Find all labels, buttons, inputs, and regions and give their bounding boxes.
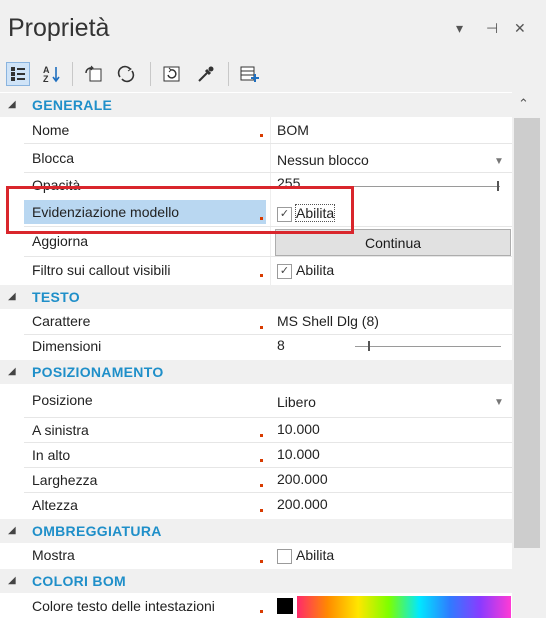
size-slider-track[interactable] xyxy=(355,346,501,347)
prop-label-dimensioni: Dimensioni xyxy=(32,338,102,354)
prop-label-larghezza: Larghezza xyxy=(32,472,98,488)
dropdown-arrow-icon[interactable]: ▼ xyxy=(494,397,504,408)
prop-label-aggiorna: Aggiorna xyxy=(32,233,89,249)
prop-value-a-sinistra[interactable]: 10.000 xyxy=(277,421,320,437)
eyedropper-icon[interactable] xyxy=(194,62,218,86)
prop-label-nome: Nome xyxy=(32,122,70,138)
prop-value-larghezza[interactable]: 200.000 xyxy=(277,471,328,487)
prop-value-posizione[interactable]: Libero xyxy=(277,394,316,410)
color-swatch-black[interactable] xyxy=(277,598,293,614)
opacity-slider-thumb[interactable] xyxy=(497,181,499,191)
modified-marker xyxy=(260,274,263,277)
prop-label-colore-testo: Colore testo delle intestazioni xyxy=(32,598,215,614)
annotation-highlight-box xyxy=(6,186,354,234)
prop-value-blocca[interactable]: Nessun blocco xyxy=(277,152,369,168)
checkbox-mostra[interactable] xyxy=(277,549,292,564)
prop-value-in-alto[interactable]: 10.000 xyxy=(277,446,320,462)
prop-label-blocca: Blocca xyxy=(32,150,75,166)
toolbar-separator xyxy=(72,62,73,86)
row-separator xyxy=(24,417,512,418)
prop-value-mostra[interactable]: Abilita xyxy=(296,547,334,563)
prop-label-carattere: Carattere xyxy=(32,313,91,329)
collapse-triangle-icon[interactable]: ◢ xyxy=(8,291,16,302)
reset-icon[interactable] xyxy=(160,62,184,86)
modified-marker xyxy=(260,326,263,329)
svg-text:Z: Z xyxy=(43,74,49,83)
toolbar-separator xyxy=(150,62,151,86)
pages-icon[interactable] xyxy=(82,62,106,86)
prop-label-a-sinistra: A sinistra xyxy=(32,422,89,438)
prop-value-nome[interactable]: BOM xyxy=(277,122,309,138)
prop-label-posizione: Posizione xyxy=(32,392,93,408)
prop-value-filtro[interactable]: Abilita xyxy=(296,262,334,278)
size-slider-thumb[interactable] xyxy=(368,341,370,351)
prop-value-carattere[interactable]: MS Shell Dlg (8) xyxy=(277,313,379,329)
category-label: GENERALE xyxy=(32,97,113,113)
row-separator xyxy=(24,442,512,443)
scroll-up-arrow-icon[interactable]: ⌃ xyxy=(518,96,529,112)
row-separator xyxy=(24,172,512,173)
checkbox-filtro[interactable]: ✓ xyxy=(277,264,292,279)
modified-marker xyxy=(260,509,263,512)
category-label: OMBREGGIATURA xyxy=(32,523,162,539)
dropdown-arrow-icon[interactable]: ▼ xyxy=(494,156,504,167)
row-separator xyxy=(24,492,512,493)
prop-value-altezza[interactable]: 200.000 xyxy=(277,496,328,512)
color-palette-picker[interactable] xyxy=(297,596,511,618)
close-icon[interactable]: ✕ xyxy=(514,20,526,37)
collapse-triangle-icon[interactable]: ◢ xyxy=(8,99,16,110)
modified-marker xyxy=(260,560,263,563)
row-separator xyxy=(24,467,512,468)
scrollbar-thumb[interactable] xyxy=(514,118,540,548)
prop-label-altezza: Altezza xyxy=(32,497,78,513)
category-label: POSIZIONAMENTO xyxy=(32,364,164,380)
collapse-triangle-icon[interactable]: ◢ xyxy=(8,575,16,586)
dropdown-menu-icon[interactable]: ▾ xyxy=(456,20,463,37)
prop-label-filtro: Filtro sui callout visibili xyxy=(32,262,171,278)
modified-marker xyxy=(260,610,263,613)
row-separator xyxy=(24,143,512,144)
collapse-triangle-icon[interactable]: ◢ xyxy=(8,525,16,536)
pin-icon[interactable]: ⊣ xyxy=(486,20,498,37)
modified-marker xyxy=(260,434,263,437)
collapse-triangle-icon[interactable]: ◢ xyxy=(8,366,16,377)
sort-az-icon[interactable]: AZ xyxy=(40,62,64,86)
categorized-view-icon[interactable] xyxy=(6,62,30,86)
prop-value-dimensioni[interactable]: 8 xyxy=(277,337,285,353)
panel-title: Proprietà xyxy=(8,14,110,42)
category-label: TESTO xyxy=(32,289,80,305)
add-property-icon[interactable] xyxy=(238,62,262,86)
toolbar-separator xyxy=(228,62,229,86)
prop-label-in-alto: In alto xyxy=(32,447,71,463)
row-separator xyxy=(24,334,512,335)
modified-marker xyxy=(260,484,263,487)
prop-label-mostra: Mostra xyxy=(32,547,75,563)
events-icon[interactable] xyxy=(114,62,138,86)
row-separator xyxy=(24,256,512,257)
modified-marker xyxy=(260,459,263,462)
modified-marker xyxy=(260,134,263,137)
category-label: COLORI BOM xyxy=(32,573,126,589)
